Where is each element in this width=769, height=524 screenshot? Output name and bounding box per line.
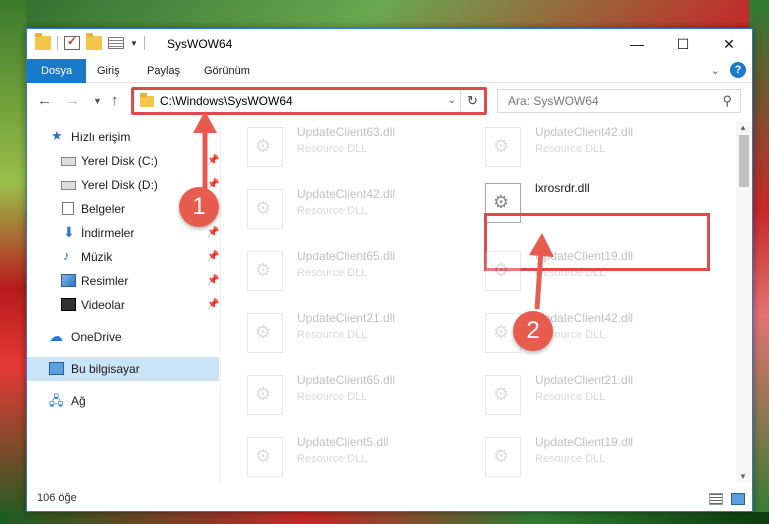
arrow-2-head	[529, 233, 554, 257]
file-explorer-window: ▼ SysWOW64 — ☐ ✕ Dosya Giriş Paylaş Görü…	[26, 28, 753, 512]
step-1-badge: 1	[179, 187, 219, 227]
annotation-arrows	[193, 111, 554, 310]
desktop-background-bottom	[0, 512, 769, 524]
arrow-2-shaft	[534, 250, 544, 310]
arrow-1-head	[193, 111, 217, 133]
step-2-badge: 2	[513, 311, 553, 351]
desktop-background-left	[0, 0, 26, 524]
